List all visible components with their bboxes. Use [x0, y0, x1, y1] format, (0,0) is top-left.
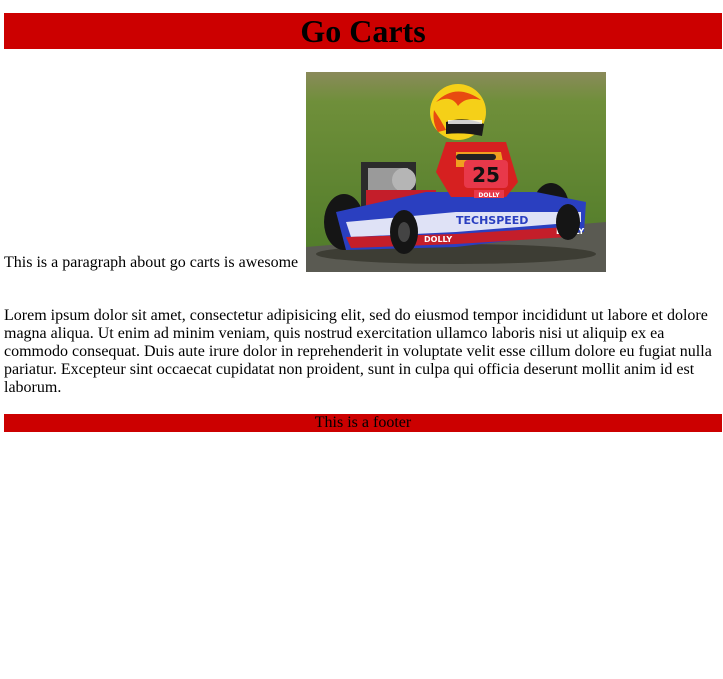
intro-paragraph: This is a paragraph about go carts is aw… [4, 254, 299, 271]
svg-text:25: 25 [472, 163, 500, 187]
svg-text:TECHSPEED: TECHSPEED [456, 214, 528, 227]
svg-text:DOLLY: DOLLY [424, 235, 452, 244]
page-footer: This is a footer [4, 414, 722, 432]
go-kart-photo: TECHSPEED DOLLY DOLLY 25 DOLLY [306, 72, 607, 272]
svg-text:DOLLY: DOLLY [479, 192, 501, 199]
lorem-paragraph: Lorem ipsum dolor sit amet, consectetur … [4, 307, 712, 396]
page-title: Go Carts [300, 13, 426, 49]
page-header: Go Carts [4, 13, 722, 49]
intro-section: This is a paragraph about go carts is aw… [4, 72, 722, 272]
